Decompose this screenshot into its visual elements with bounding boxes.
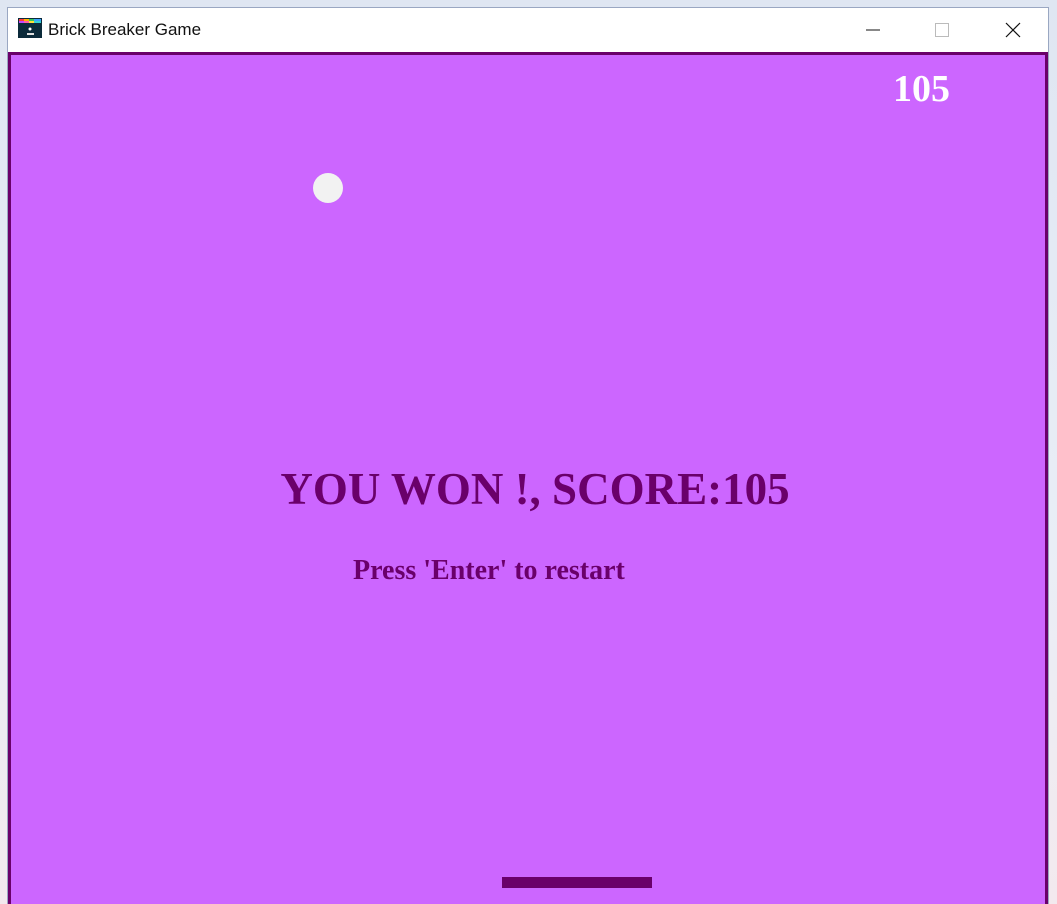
game-canvas[interactable]: 105 YOU WON !, SCORE:105 Press 'Enter' t… <box>8 52 1048 904</box>
maximize-icon <box>935 23 949 37</box>
close-button[interactable] <box>977 8 1048 52</box>
score-display: 105 <box>893 68 950 110</box>
brick-breaker-app-icon <box>18 18 42 38</box>
minimize-button[interactable] <box>839 8 907 52</box>
game-window: Brick Breaker Game 105 YOU WON !, SCORE:… <box>8 8 1048 904</box>
maximize-button[interactable] <box>908 8 976 52</box>
ball <box>313 173 343 203</box>
paddle[interactable] <box>502 877 652 888</box>
title-bar[interactable]: Brick Breaker Game <box>8 8 1048 52</box>
minimize-icon <box>866 29 880 31</box>
win-message: YOU WON !, SCORE:105 <box>280 464 790 514</box>
close-icon <box>1005 22 1021 38</box>
restart-message: Press 'Enter' to restart <box>353 555 625 586</box>
window-title: Brick Breaker Game <box>48 20 202 39</box>
